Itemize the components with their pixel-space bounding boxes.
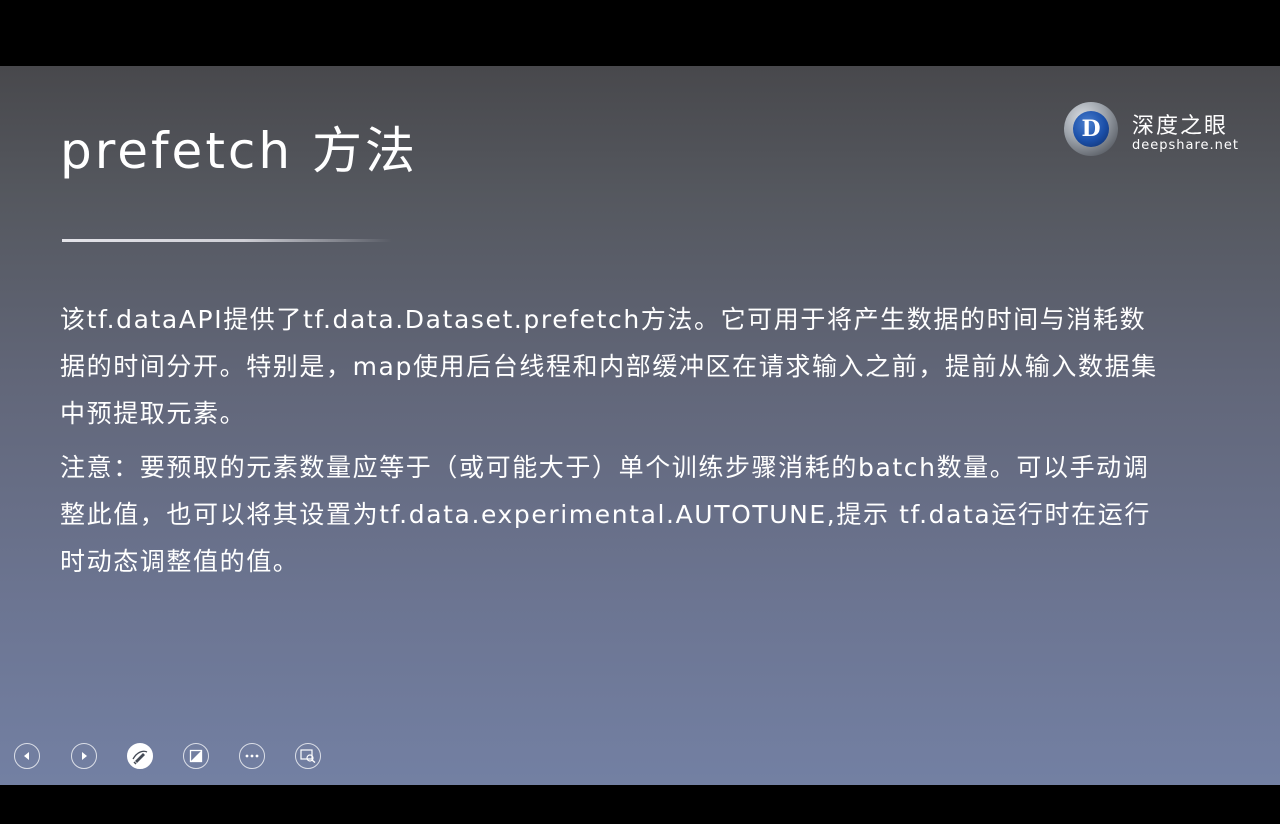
logo: D 深度之眼 deepshare.net [1064,102,1254,158]
more-options-button[interactable] [239,743,265,769]
slide-view-button[interactable] [183,743,209,769]
more-icon [245,754,259,758]
letterbox-top [0,0,1280,66]
slide-view-icon [189,749,203,763]
logo-mark-letter: D [1073,111,1109,147]
pen-icon [131,747,149,765]
paragraph-prefetch-description: 该tf.dataAPI提供了tf.data.Dataset.prefetch方法… [60,305,1158,428]
logo-domain: deepshare.net [1132,138,1240,153]
previous-icon [22,751,32,761]
paragraph-note: 注意：要预取的元素数量应等于（或可能大于）单个训练步骤消耗的batch数量。可以… [60,453,1151,576]
zoom-button[interactable] [295,743,321,769]
pen-tool-button[interactable] [127,743,153,769]
slide-body: 该tf.dataAPI提供了tf.data.Dataset.prefetch方法… [60,296,1170,585]
logo-mark-icon: D [1064,102,1118,156]
title-underline [62,239,392,242]
logo-name: 深度之眼 [1132,114,1229,139]
next-icon [79,751,89,761]
letterbox-bottom [0,785,1280,824]
previous-slide-button[interactable] [14,743,40,769]
slide-title: prefetch 方法 [60,122,418,180]
slide: prefetch 方法 D 深度之眼 deepshare.net 该tf.dat… [0,66,1280,785]
next-slide-button[interactable] [71,743,97,769]
zoom-icon [300,749,316,763]
